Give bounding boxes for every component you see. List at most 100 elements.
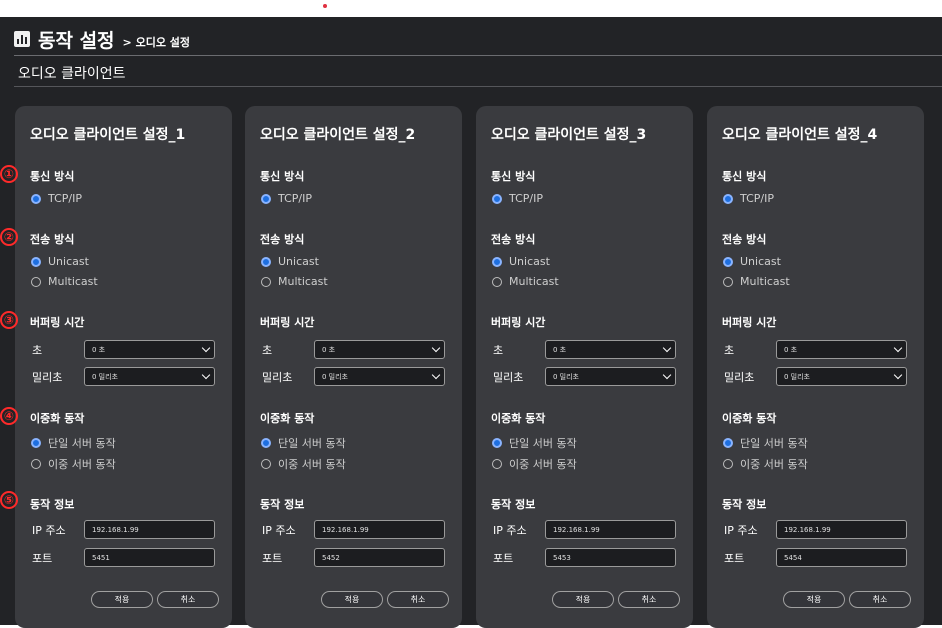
seconds-label: 초 — [724, 343, 735, 357]
radio-unicast[interactable]: Unicast — [492, 255, 550, 268]
radio-selected-icon — [261, 256, 271, 267]
radio-single-server[interactable]: 단일 서버 동작 — [723, 435, 808, 451]
annotation-marker-5: ⑤ — [0, 491, 18, 509]
radio-selected-icon — [492, 256, 502, 267]
radio-multicast[interactable]: Multicast — [492, 275, 559, 288]
radio-unicast[interactable]: Unicast — [31, 255, 89, 268]
radio-single-server[interactable]: 단일 서버 동작 — [492, 435, 577, 451]
radio-tcpip[interactable]: TCP/IP — [723, 192, 774, 205]
milliseconds-label: 밀리초 — [493, 370, 524, 384]
milliseconds-label: 밀리초 — [32, 370, 63, 384]
radio-multicast[interactable]: Multicast — [31, 275, 98, 288]
port-input[interactable]: 5454 — [776, 548, 907, 567]
buffering-time-label: 버퍼링 시간 — [491, 316, 546, 329]
chevron-down-icon — [201, 343, 211, 353]
milliseconds-select[interactable]: 0 밀리초 — [545, 367, 676, 386]
client-settings-panel-4: 오디오 클라이언트 설정_4 통신 방식 TCP/IP 전송 방식 Unicas… — [707, 106, 924, 628]
breadcrumb: > 오디오 설정 — [122, 35, 191, 49]
radio-multicast[interactable]: Multicast — [261, 275, 328, 288]
milliseconds-select[interactable]: 0 밀리초 — [84, 367, 215, 386]
port-input[interactable]: 5451 — [84, 548, 215, 567]
chevron-down-icon — [662, 370, 672, 380]
redundancy-label: 이중화 동작 — [30, 412, 85, 425]
milliseconds-row: 밀리초 0 밀리초 — [32, 367, 215, 386]
ip-label: IP 주소 — [724, 523, 758, 537]
radio-unicast[interactable]: Unicast — [261, 255, 319, 268]
radio-dual-server[interactable]: 이중 서버 동작 — [723, 456, 808, 472]
comm-method-label: 통신 방식 — [30, 170, 75, 183]
radio-selected-icon — [492, 193, 502, 204]
radio-tcpip[interactable]: TCP/IP — [31, 192, 82, 205]
apply-button[interactable]: 적용 — [321, 591, 383, 608]
radio-empty-icon — [492, 459, 502, 469]
cancel-button[interactable]: 취소 — [618, 591, 680, 608]
radio-dual-server[interactable]: 이중 서버 동작 — [492, 456, 577, 472]
apply-button[interactable]: 적용 — [552, 591, 614, 608]
port-label: 포트 — [493, 551, 514, 565]
ip-row: IP 주소 192.168.1.99 — [32, 520, 215, 539]
milliseconds-label: 밀리초 — [724, 370, 755, 384]
panel-title: 오디오 클라이언트 설정_2 — [260, 127, 416, 143]
radio-dual-server[interactable]: 이중 서버 동작 — [261, 456, 346, 472]
red-dot-marker — [323, 4, 327, 8]
port-input[interactable]: 5452 — [314, 548, 445, 567]
seconds-select[interactable]: 0 초 — [314, 340, 445, 359]
redundancy-label: 이중화 동작 — [722, 412, 777, 425]
port-row: 포트 5454 — [724, 548, 907, 567]
radio-dual-server[interactable]: 이중 서버 동작 — [31, 456, 116, 472]
radio-tcpip[interactable]: TCP/IP — [492, 192, 543, 205]
seconds-select[interactable]: 0 초 — [545, 340, 676, 359]
radio-unicast[interactable]: Unicast — [723, 255, 781, 268]
page-header: 동작 설정 > 오디오 설정 — [14, 25, 190, 53]
seconds-row: 초 0 초 — [493, 340, 676, 359]
op-info-label: 동작 정보 — [260, 498, 305, 511]
radio-empty-icon — [261, 459, 271, 469]
ip-label: IP 주소 — [262, 523, 296, 537]
ip-input[interactable]: 192.168.1.99 — [545, 520, 676, 539]
chevron-down-icon — [431, 370, 441, 380]
cancel-button[interactable]: 취소 — [849, 591, 911, 608]
ip-input[interactable]: 192.168.1.99 — [776, 520, 907, 539]
client-settings-panel-2: 오디오 클라이언트 설정_2 통신 방식 TCP/IP 전송 방식 Unicas… — [245, 106, 462, 628]
ip-input[interactable]: 192.168.1.99 — [314, 520, 445, 539]
radio-empty-icon — [261, 276, 271, 287]
seconds-select[interactable]: 0 초 — [776, 340, 907, 359]
radio-selected-icon — [723, 438, 733, 448]
radio-single-server[interactable]: 단일 서버 동작 — [261, 435, 346, 451]
radio-selected-icon — [31, 256, 41, 267]
ip-label: IP 주소 — [493, 523, 527, 537]
port-row: 포트 5451 — [32, 548, 215, 567]
panel-title: 오디오 클라이언트 설정_4 — [722, 127, 878, 143]
ip-row: IP 주소 192.168.1.99 — [493, 520, 676, 539]
cancel-button[interactable]: 취소 — [387, 591, 449, 608]
client-settings-panel-1: 오디오 클라이언트 설정_1 통신 방식 TCP/IP 전송 방식 Unicas… — [15, 106, 232, 628]
radio-selected-icon — [31, 438, 41, 448]
bar-chart-icon — [14, 31, 30, 47]
radio-selected-icon — [723, 256, 733, 267]
radio-multicast[interactable]: Multicast — [723, 275, 790, 288]
trans-method-label: 전송 방식 — [30, 233, 75, 246]
buffering-time-label: 버퍼링 시간 — [260, 316, 315, 329]
seconds-select[interactable]: 0 초 — [84, 340, 215, 359]
op-info-label: 동작 정보 — [30, 498, 75, 511]
chevron-down-icon — [201, 370, 211, 380]
seconds-label: 초 — [493, 343, 504, 357]
tab-audio-client[interactable]: 오디오 클라이언트 — [18, 63, 126, 87]
radio-selected-icon — [261, 438, 271, 448]
seconds-row: 초 0 초 — [262, 340, 445, 359]
apply-button[interactable]: 적용 — [783, 591, 845, 608]
seconds-row: 초 0 초 — [724, 340, 907, 359]
radio-single-server[interactable]: 단일 서버 동작 — [31, 435, 116, 451]
radio-selected-icon — [31, 193, 41, 204]
apply-button[interactable]: 적용 — [91, 591, 153, 608]
port-row: 포트 5452 — [262, 548, 445, 567]
milliseconds-select[interactable]: 0 밀리초 — [776, 367, 907, 386]
ip-input[interactable]: 192.168.1.99 — [84, 520, 215, 539]
port-input[interactable]: 5453 — [545, 548, 676, 567]
milliseconds-select[interactable]: 0 밀리초 — [314, 367, 445, 386]
radio-tcpip[interactable]: TCP/IP — [261, 192, 312, 205]
cancel-button[interactable]: 취소 — [157, 591, 219, 608]
milliseconds-row: 밀리초 0 밀리초 — [262, 367, 445, 386]
chevron-down-icon — [431, 343, 441, 353]
milliseconds-row: 밀리초 0 밀리초 — [724, 367, 907, 386]
